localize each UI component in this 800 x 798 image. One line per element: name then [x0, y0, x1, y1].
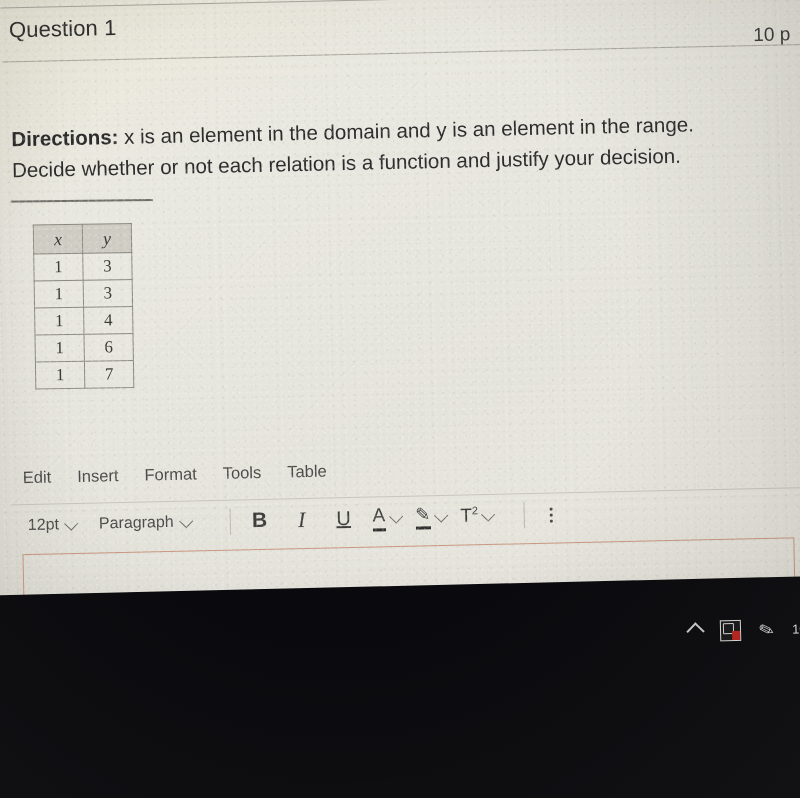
toolbar-separator	[523, 502, 526, 529]
kebab-dot	[549, 519, 553, 523]
table-header-x: x	[33, 224, 83, 255]
chevron-down-icon	[481, 507, 496, 522]
table-cell-y: 6	[83, 333, 134, 362]
system-tray: ✎ 10	[686, 618, 800, 642]
windows-taskbar: ✎ 10	[0, 575, 800, 798]
editor-menubar: Edit Insert Format Tools Table	[23, 463, 327, 489]
taskbar-fill	[0, 765, 800, 798]
answer-blank-line	[10, 198, 153, 203]
table-cell-x: 1	[34, 307, 84, 336]
chevron-down-icon	[388, 509, 403, 524]
table-cell-y: 3	[83, 279, 133, 308]
table-cell-x: 1	[35, 361, 85, 390]
bold-button[interactable]: B	[246, 506, 273, 537]
font-size-dropdown[interactable]: 12pt	[27, 516, 79, 535]
superscript-letter: T	[460, 505, 473, 527]
highlight-color-button[interactable]: ✎	[415, 502, 448, 533]
highlighter-icon: ✎	[415, 504, 431, 530]
directions-line-1: x is an element in the domain and y is a…	[118, 113, 695, 149]
table-header-row: x y	[33, 223, 132, 255]
more-options-icon[interactable]	[541, 501, 562, 527]
table-row: 1 7	[35, 360, 134, 390]
table-cell-y: 3	[82, 252, 133, 281]
kebab-dot	[549, 507, 553, 511]
directions-label: Directions:	[11, 125, 119, 152]
table-row: 1 6	[35, 333, 134, 363]
superscript-icon: T2	[460, 505, 478, 528]
table-header-y: y	[82, 223, 132, 254]
table-cell-x: 1	[35, 334, 85, 363]
font-size-value: 12pt	[27, 516, 60, 535]
italic-button[interactable]: I	[288, 505, 315, 536]
menu-item-format[interactable]: Format	[144, 465, 197, 485]
table-cell-x: 1	[33, 253, 84, 282]
tray-app-icon[interactable]	[719, 619, 742, 642]
paragraph-style-value: Paragraph	[98, 513, 174, 533]
table-row: 1 4	[34, 306, 133, 336]
chevron-down-icon	[64, 516, 79, 531]
directions-text: Directions: x is an element in the domai…	[11, 107, 800, 186]
quiz-page: Question 1 10 p Directions: x is an elem…	[0, 0, 800, 641]
pen-icon[interactable]: ✎	[756, 618, 777, 642]
superscript-button[interactable]: T2	[460, 501, 496, 532]
text-color-icon: A	[372, 505, 386, 532]
menu-item-table[interactable]: Table	[287, 463, 327, 483]
editor-toolbar: 12pt Paragraph B I U A ✎ T2	[28, 499, 562, 541]
kebab-dot	[549, 513, 553, 517]
table-row: 1 3	[34, 279, 133, 309]
text-color-button[interactable]: A	[372, 503, 403, 534]
photographed-screen: Question 1 10 p Directions: x is an elem…	[0, 0, 800, 798]
table-cell-x: 1	[34, 280, 84, 309]
table-cell-y: 7	[84, 360, 134, 389]
header-divider-bottom	[1, 44, 800, 63]
paragraph-style-dropdown[interactable]: Paragraph	[98, 513, 194, 534]
menu-item-edit[interactable]: Edit	[23, 469, 52, 489]
chevron-down-icon	[433, 508, 448, 523]
relation-table: x y 1 3 1 3 1 4 1 6 1 7	[33, 223, 135, 390]
table-row: 1 3	[33, 252, 133, 282]
table-cell-y: 4	[83, 306, 133, 335]
chevron-down-icon	[178, 514, 194, 529]
menu-item-insert[interactable]: Insert	[77, 467, 119, 487]
taskbar-clock[interactable]: 10	[792, 621, 800, 636]
superscript-exponent: 2	[471, 505, 479, 518]
directions-line-2: Decide whether or not each relation is a…	[11, 144, 682, 183]
page-title: Question 1	[8, 14, 117, 43]
show-hidden-icons-icon[interactable]	[686, 622, 705, 641]
menu-item-tools[interactable]: Tools	[223, 464, 262, 484]
toolbar-separator	[229, 508, 231, 535]
header-divider-top	[0, 0, 800, 9]
underline-button[interactable]: U	[330, 504, 357, 535]
